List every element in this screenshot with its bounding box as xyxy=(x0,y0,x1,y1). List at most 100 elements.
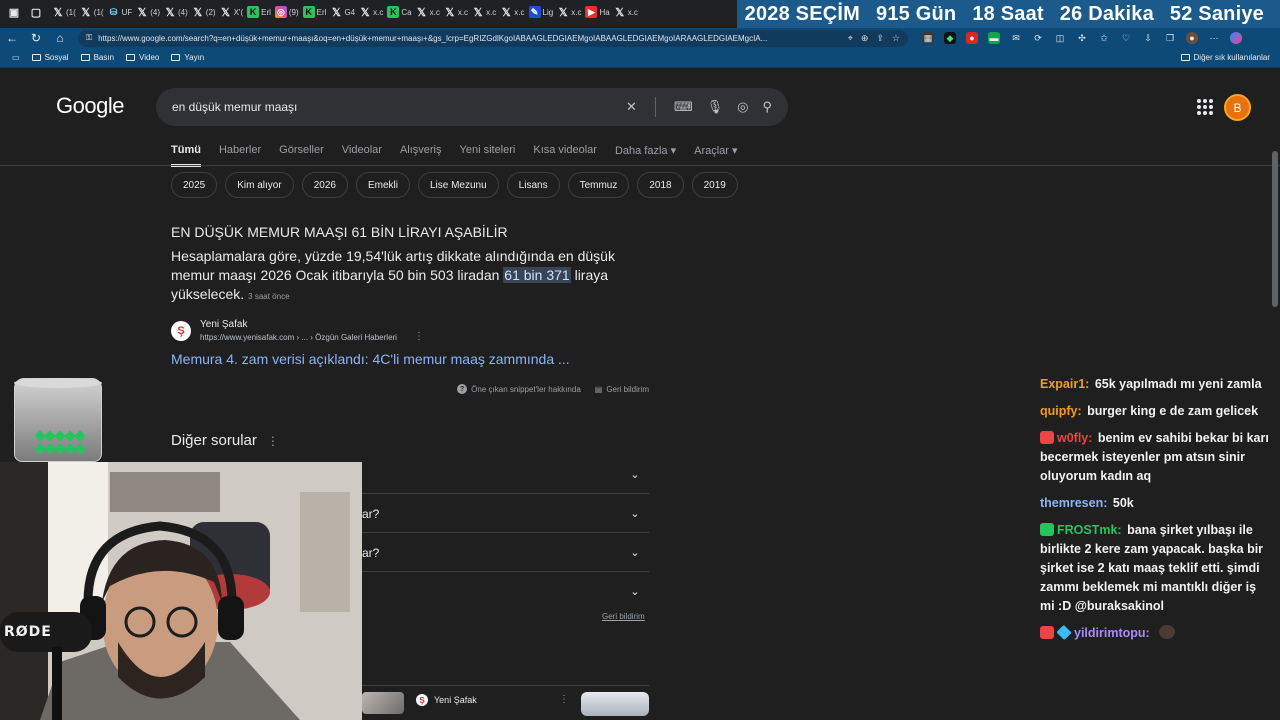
zoom-icon[interactable]: ⊕ xyxy=(861,33,869,44)
browser-tab[interactable]: 𝕏 (4) xyxy=(162,0,190,24)
chat-username[interactable]: FROSTmk: xyxy=(1057,523,1122,537)
refinement-chip[interactable]: 2025 xyxy=(171,172,218,198)
share-icon[interactable]: ⇪ xyxy=(876,33,884,44)
browser-tab[interactable]: 𝕏x.c xyxy=(414,0,442,24)
url-omnibox[interactable]: ⚿ https://www.google.com/search?q=en+düş… xyxy=(78,29,908,47)
refinement-chip[interactable]: Temmuz xyxy=(567,172,630,198)
refinement-chip[interactable]: 2019 xyxy=(691,172,738,198)
reload-icon[interactable]: ↻ xyxy=(24,28,48,48)
extension-icon[interactable]: ⟳ xyxy=(1032,32,1044,44)
extension-icon[interactable]: ✉ xyxy=(1010,32,1022,44)
browser-tab[interactable]: ✎ Lig xyxy=(527,0,556,24)
extensions-puzzle-icon[interactable]: ✣ xyxy=(1076,32,1088,44)
browser-tab[interactable]: ◎ (9) xyxy=(273,0,301,24)
news-result-card[interactable]: Ş Yeni Şafak ⋮ xyxy=(362,692,649,720)
browser-tab[interactable]: 𝕏 (1( xyxy=(50,0,78,24)
snippet-source[interactable]: Ş Yeni Şafak https://www.yenisafak.com ›… xyxy=(171,319,424,342)
downloads-icon[interactable]: ⇩ xyxy=(1142,32,1154,44)
refinement-chip[interactable]: Lise Mezunu xyxy=(417,172,499,198)
tab-actions-icon[interactable]: ▣ xyxy=(6,4,22,20)
browser-tab[interactable]: 𝕏x.c xyxy=(357,0,385,24)
browser-tab[interactable]: 𝕏x.c xyxy=(612,0,640,24)
search-tab[interactable]: Yeni siteleri xyxy=(460,144,516,167)
more-options-icon[interactable]: ⋮ xyxy=(559,694,569,705)
browser-tab[interactable]: 𝕏 G4 xyxy=(328,0,357,24)
back-icon[interactable]: ← xyxy=(0,28,24,48)
home-icon[interactable]: ⌂ xyxy=(48,28,72,48)
more-menu-icon[interactable]: ⋯ xyxy=(1208,32,1220,44)
more-options-icon[interactable]: ⋮ xyxy=(414,331,424,342)
search-tab[interactable]: Haberler xyxy=(219,144,261,167)
site-info-icon[interactable]: ⚿ xyxy=(86,33,92,43)
profile-avatar[interactable]: ● xyxy=(1186,32,1198,44)
browser-tab[interactable]: 𝕏 X'( xyxy=(218,0,246,24)
browser-tab[interactable]: K Ca xyxy=(385,0,413,24)
bookmarks-sidebar-icon[interactable]: ▭ xyxy=(12,53,20,62)
copilot-icon[interactable] xyxy=(1230,32,1242,44)
extension-icon[interactable]: ▬ xyxy=(988,32,1000,44)
paa-feedback-link[interactable]: Geri bildirim xyxy=(602,612,645,621)
browser-tab[interactable]: K Erl xyxy=(301,0,329,24)
bookmark-folder[interactable]: Video xyxy=(126,53,159,62)
refinement-chip[interactable]: 2018 xyxy=(637,172,684,198)
chat-username[interactable]: quipfy: xyxy=(1040,404,1082,418)
browser-tab[interactable]: 𝕏x.c xyxy=(555,0,583,24)
about-snippets-link[interactable]: ? Öne çıkan snippet'ler hakkında xyxy=(457,384,581,394)
search-tab[interactable]: Daha fazla ▾ xyxy=(615,144,676,167)
clear-icon[interactable]: ✕ xyxy=(626,99,637,115)
browser-tab[interactable]: ⛁ UF xyxy=(106,0,135,24)
refinement-chip[interactable]: Lisans xyxy=(506,172,560,198)
extension-icon[interactable]: ◆ xyxy=(944,32,956,44)
search-tab[interactable]: Görseller xyxy=(279,144,324,167)
split-view-icon[interactable]: ◫ xyxy=(1054,32,1066,44)
search-tab[interactable]: Kısa videolar xyxy=(533,144,597,167)
more-options-icon[interactable]: ⋮ xyxy=(267,434,279,448)
vertical-tabs-icon[interactable]: ▢ xyxy=(28,4,44,20)
browser-tab[interactable]: K Erl xyxy=(245,0,273,24)
feedback-link[interactable]: ▤ Geri bildirim xyxy=(595,385,649,394)
chevron-down-icon[interactable]: ⌄ xyxy=(627,583,643,599)
browser-tab[interactable]: 𝕏x.c xyxy=(442,0,470,24)
browser-tab[interactable]: 𝕏x.c xyxy=(498,0,526,24)
chevron-down-icon[interactable]: ⌄ xyxy=(627,466,643,482)
bookmark-folder[interactable]: Yayın xyxy=(171,53,204,62)
chevron-down-icon[interactable]: ⌄ xyxy=(627,505,643,521)
search-tab[interactable]: Alışveriş xyxy=(400,144,442,167)
refinement-chip[interactable]: Emekli xyxy=(355,172,410,198)
refinement-chip[interactable]: 2026 xyxy=(301,172,348,198)
lens-icon[interactable]: ◎ xyxy=(737,99,748,115)
search-input[interactable]: en düşük memur maaşı ✕ ⌨ 🎙︎ ◎ ⚲ xyxy=(156,88,788,126)
browser-tab[interactable]: 𝕏 (1( xyxy=(78,0,106,24)
search-tab[interactable]: Tümü xyxy=(171,144,201,167)
search-tab[interactable]: Videolar xyxy=(342,144,382,167)
browser-tab[interactable]: 𝕏x.c xyxy=(470,0,498,24)
bookmark-folder[interactable]: Basın xyxy=(80,53,114,62)
favorites-icon[interactable]: ✩ xyxy=(1098,32,1110,44)
search-tab[interactable]: Araçlar ▾ xyxy=(694,144,737,167)
chat-username[interactable]: Expair1: xyxy=(1040,377,1089,391)
browser-tab[interactable]: ▶ Ha xyxy=(583,0,611,24)
google-apps-icon[interactable] xyxy=(1197,99,1213,115)
page-scrollbar[interactable] xyxy=(1272,151,1278,307)
extension-icon[interactable]: ▦ xyxy=(922,32,934,44)
search-icon[interactable]: ⚲ xyxy=(762,99,772,115)
keyboard-icon[interactable]: ⌨ xyxy=(674,99,693,115)
other-favorites-folder[interactable]: Diğer sık kullanılanlar xyxy=(1180,53,1270,62)
heart-icon[interactable]: ♡ xyxy=(1120,32,1132,44)
refinement-chip[interactable]: Kim alıyor xyxy=(225,172,294,198)
browser-tab[interactable]: 𝕏 (4) xyxy=(134,0,162,24)
collections-icon[interactable]: ❐ xyxy=(1164,32,1176,44)
extension-icon[interactable]: ● xyxy=(966,32,978,44)
bookmark-star-icon[interactable]: ☆ xyxy=(892,33,900,44)
browser-tab[interactable]: 𝕏 (2) xyxy=(190,0,218,24)
microphone-icon[interactable]: 🎙︎ xyxy=(707,99,724,115)
chat-username[interactable]: w0fly: xyxy=(1057,431,1092,445)
location-icon[interactable]: ⌖ xyxy=(848,33,853,44)
google-logo[interactable]: Google xyxy=(56,93,124,119)
chat-username[interactable]: themresen: xyxy=(1040,496,1107,510)
result-link[interactable]: Memura 4. zam verisi açıklandı: 4C'li me… xyxy=(171,351,570,367)
bookmark-folder[interactable]: Sosyal xyxy=(31,53,69,62)
chevron-down-icon[interactable]: ⌄ xyxy=(627,544,643,560)
chat-username[interactable]: yildirimtopu: xyxy=(1074,626,1150,640)
account-avatar[interactable]: B xyxy=(1224,94,1251,121)
